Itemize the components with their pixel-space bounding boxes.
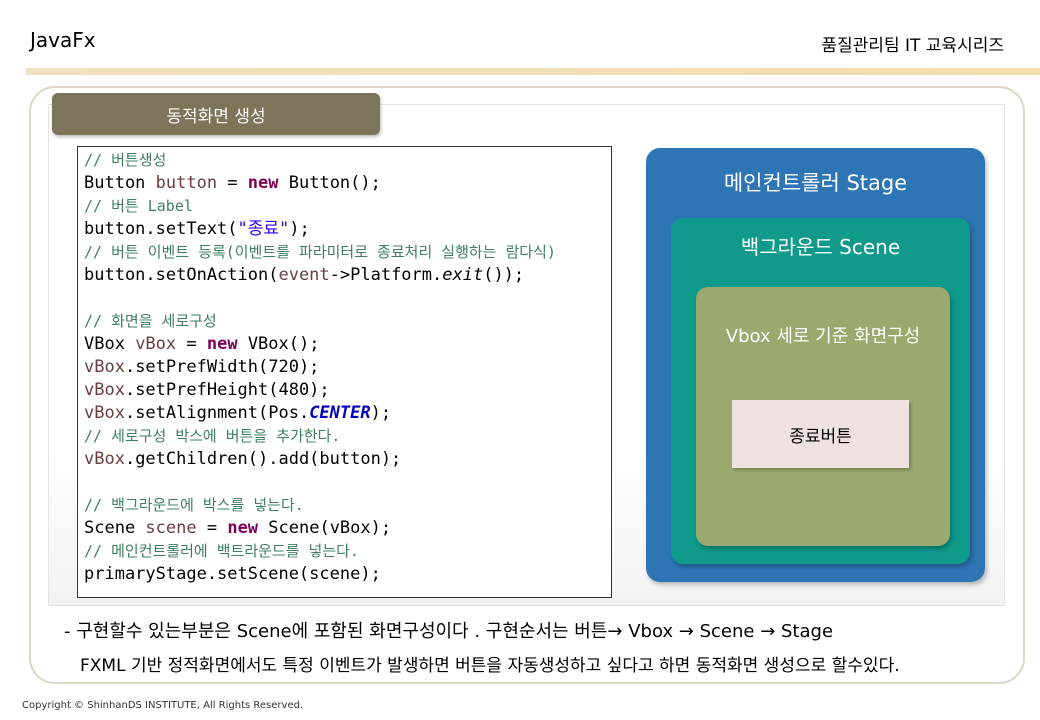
- code-line: // 버튼 Label: [84, 195, 611, 218]
- code-comment: // 화면을 세로구성: [84, 312, 217, 330]
- code-variable: vBox: [135, 334, 177, 354]
- code-token: Scene(vBox);: [258, 518, 392, 538]
- code-line: // 메인컨트롤러에 백트라운드를 넣는다.: [84, 540, 611, 563]
- code-token: Button();: [278, 173, 381, 193]
- code-keyword: new: [227, 518, 259, 538]
- code-block: // 버튼생성 Button button = new Button(); //…: [77, 146, 612, 598]
- code-line: vBox.setPrefWidth(720);: [84, 356, 611, 379]
- code-token: Scene: [84, 518, 146, 538]
- code-token: ->Platform.: [329, 265, 443, 285]
- code-variable: vBox: [84, 357, 125, 377]
- code-variable: vBox: [84, 403, 125, 423]
- code-line: // 백그라운드에 박스를 넣는다.: [84, 494, 611, 517]
- code-token: VBox: [84, 334, 136, 354]
- code-token: );: [370, 403, 392, 423]
- vbox-label: Vbox 세로 기준 화면구성: [725, 326, 921, 347]
- note-dynamic-screen: FXML 기반 정적화면에서도 특정 이벤트가 발생하면 버튼을 자동생성하고 …: [80, 656, 900, 676]
- code-constant: CENTER: [309, 403, 371, 423]
- code-keyword: new: [206, 334, 238, 354]
- code-line: VBox vBox = new VBox();: [84, 333, 611, 356]
- header-title: JavaFx: [30, 28, 96, 52]
- code-variable: vBox: [84, 380, 125, 400]
- code-keyword: new: [247, 173, 279, 193]
- code-comment: // 버튼생성: [84, 151, 167, 169]
- code-token: );: [289, 219, 310, 239]
- code-line: button.setText("종료");: [84, 218, 611, 241]
- note-implementation-order: - 구현할수 있는부분은 Scene에 포함된 화면구성이다 . 구현순서는 버…: [64, 621, 834, 642]
- code-token: .setPrefHeight(480);: [124, 380, 330, 400]
- code-comment: // 버튼 이벤트 등록(이벤트를 파라미터로 종료처리 실행하는 람다식): [84, 243, 556, 261]
- code-string: "종료": [237, 219, 290, 239]
- code-line: primaryStage.setScene(scene);: [84, 563, 611, 586]
- header-divider: [26, 68, 1040, 75]
- code-line: // 화면을 세로구성: [84, 310, 611, 333]
- code-line: button.setOnAction(event->Platform.exit(…: [84, 264, 611, 287]
- section-title: 동적화면 생성: [52, 93, 380, 135]
- exit-button-illustration: 종료버튼: [732, 400, 909, 468]
- scene-box: 백그라운드 Scene Vbox 세로 기준 화면구성 종료버튼: [671, 218, 970, 564]
- code-comment: // 백그라운드에 박스를 넣는다.: [84, 496, 304, 514]
- code-line: vBox.setPrefHeight(480);: [84, 379, 611, 402]
- code-variable: button: [155, 173, 218, 193]
- stage-box: 메인컨트롤러 Stage 백그라운드 Scene Vbox 세로 기준 화면구성…: [646, 148, 985, 582]
- scene-label: 백그라운드 Scene: [740, 235, 901, 259]
- code-comment: // 버튼 Label: [84, 197, 193, 215]
- code-token: .getChildren().add(button);: [124, 449, 402, 469]
- code-token: button.setText(: [84, 219, 238, 239]
- code-comment: // 메인컨트롤러에 백트라운드를 넣는다.: [84, 542, 359, 560]
- code-method: exit: [442, 265, 484, 285]
- code-token: .setPrefWidth(720);: [124, 357, 320, 377]
- header-series-title: 품질관리팀 IT 교육시리즈: [821, 36, 1004, 56]
- code-token: VBox();: [237, 334, 320, 354]
- code-comment: // 세로구성 박스에 버튼을 추가한다.: [84, 427, 341, 445]
- code-variable: event: [278, 265, 330, 285]
- code-token: primaryStage.setScene(scene);: [84, 564, 381, 584]
- code-token: Button: [84, 173, 156, 193]
- stage-label: 메인컨트롤러 Stage: [723, 171, 908, 195]
- code-token: ());: [483, 265, 525, 285]
- vbox-box: Vbox 세로 기준 화면구성 종료버튼: [696, 287, 950, 546]
- footer-copyright: Copyright © ShinhanDS INSTITUTE, All Rig…: [22, 700, 304, 711]
- code-line: Button button = new Button();: [84, 172, 611, 195]
- code-token: =: [217, 173, 248, 193]
- code-line: // 세로구성 박스에 버튼을 추가한다.: [84, 425, 611, 448]
- code-line: vBox.setAlignment(Pos.CENTER);: [84, 402, 611, 425]
- code-token: .setAlignment(Pos.: [124, 403, 310, 423]
- code-token: button.setOnAction(: [84, 265, 279, 285]
- code-line: // 버튼생성: [84, 149, 611, 172]
- code-token: =: [176, 334, 207, 354]
- code-line: // 버튼 이벤트 등록(이벤트를 파라미터로 종료처리 실행하는 람다식): [84, 241, 611, 264]
- code-line: Scene scene = new Scene(vBox);: [84, 517, 611, 540]
- code-variable: scene: [145, 518, 197, 538]
- code-line: vBox.getChildren().add(button);: [84, 448, 611, 471]
- code-token: =: [196, 518, 228, 538]
- code-variable: vBox: [84, 449, 125, 469]
